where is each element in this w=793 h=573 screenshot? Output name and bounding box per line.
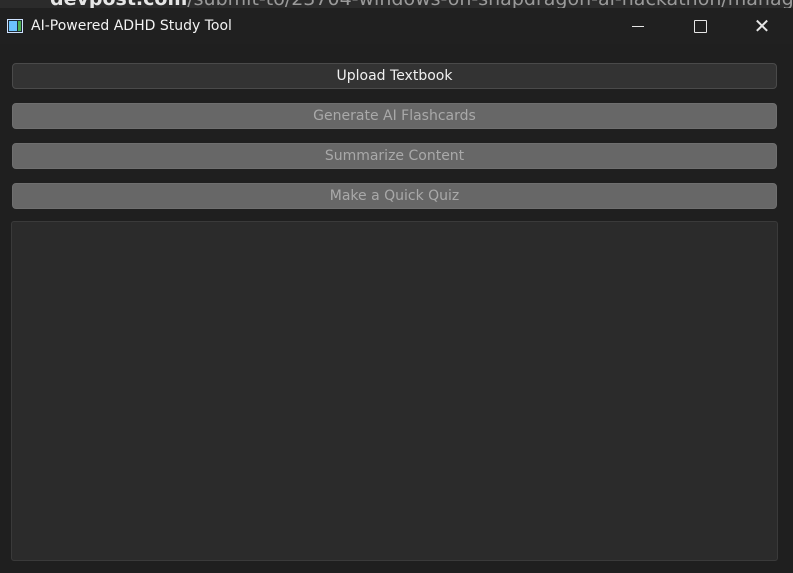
output-text-area[interactable]	[11, 221, 778, 561]
maximize-button[interactable]	[669, 8, 731, 44]
main-content: Upload Textbook Generate AI Flashcards S…	[0, 44, 793, 573]
background-browser-strip: devpost.com/submit-to/23704-windows-on-s…	[0, 0, 793, 8]
background-url-domain: devpost.com	[50, 0, 187, 8]
maximize-icon	[693, 19, 707, 33]
quick-quiz-button[interactable]: Make a Quick Quiz	[12, 183, 777, 209]
title-bar[interactable]: AI-Powered ADHD Study Tool ✕	[0, 8, 793, 44]
app-window: AI-Powered ADHD Study Tool ✕ Upload Text…	[0, 8, 793, 573]
close-icon: ✕	[753, 14, 771, 38]
minimize-icon	[632, 25, 644, 27]
close-button[interactable]: ✕	[731, 8, 793, 44]
background-url-path: /submit-to/23704-windows-on-snapdragon-a…	[187, 0, 793, 8]
app-icon	[7, 19, 23, 33]
window-title: AI-Powered ADHD Study Tool	[31, 18, 232, 34]
summarize-content-button[interactable]: Summarize Content	[12, 143, 777, 169]
minimize-button[interactable]	[607, 8, 669, 44]
window-controls: ✕	[607, 8, 793, 44]
upload-textbook-button[interactable]: Upload Textbook	[12, 63, 777, 89]
background-url: devpost.com/submit-to/23704-windows-on-s…	[50, 0, 793, 8]
generate-flashcards-button[interactable]: Generate AI Flashcards	[12, 103, 777, 129]
